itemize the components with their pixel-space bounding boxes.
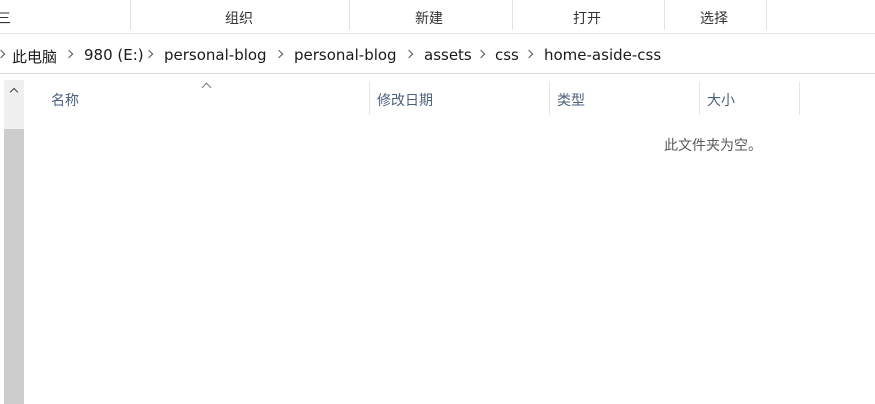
ribbon-group-new: 新建 — [415, 11, 443, 27]
column-divider[interactable] — [369, 82, 370, 115]
ribbon-group-organize: 组织 — [225, 11, 253, 27]
breadcrumb-item-drive[interactable]: 980 (E:) — [84, 46, 144, 64]
column-header-type[interactable]: 类型 — [557, 90, 585, 110]
ribbon-separator — [349, 0, 350, 30]
empty-folder-message: 此文件夹为空。 — [664, 138, 762, 154]
breadcrumb-item-this-pc[interactable]: 此电脑 — [12, 46, 57, 67]
breadcrumb-item-personal-blog[interactable]: personal-blog — [164, 46, 267, 64]
chevron-right-icon[interactable] — [476, 49, 486, 59]
chevron-right-icon[interactable] — [0, 49, 6, 59]
ribbon: 三 组织 新建 打开 选择 — [0, 0, 875, 34]
ribbon-separator — [664, 0, 665, 30]
ribbon-separator — [512, 0, 513, 30]
breadcrumb-item-assets[interactable]: assets — [424, 46, 472, 64]
column-divider[interactable] — [699, 82, 700, 115]
chevron-right-icon[interactable] — [144, 49, 154, 59]
breadcrumb-item-home-aside-css[interactable]: home-aside-css — [544, 46, 661, 64]
breadcrumb-item-personal-blog-2[interactable]: personal-blog — [294, 46, 397, 64]
ribbon-group-open: 打开 — [573, 11, 601, 27]
chevron-right-icon[interactable] — [524, 49, 534, 59]
chevron-right-icon[interactable] — [64, 49, 74, 59]
address-bar[interactable]: 此电脑 980 (E:) personal-blog personal-blog… — [0, 37, 875, 74]
sort-ascending-icon — [201, 82, 212, 93]
column-divider[interactable] — [799, 82, 800, 115]
ribbon-partial-label: 三 — [0, 11, 11, 27]
column-header-name[interactable]: 名称 — [51, 90, 79, 110]
chevron-right-icon[interactable] — [404, 49, 414, 59]
ribbon-group-select: 选择 — [700, 11, 728, 27]
navigation-scrollbar[interactable] — [4, 80, 24, 404]
column-header-size[interactable]: 大小 — [707, 90, 735, 110]
ribbon-separator — [766, 0, 767, 30]
scrollbar-thumb[interactable] — [4, 129, 24, 404]
scroll-up-arrow-icon[interactable] — [4, 80, 24, 102]
ribbon-separator — [130, 0, 131, 30]
chevron-right-icon[interactable] — [274, 49, 284, 59]
column-header-date-modified[interactable]: 修改日期 — [377, 90, 433, 110]
breadcrumb-item-css[interactable]: css — [495, 46, 519, 64]
column-divider[interactable] — [549, 82, 550, 115]
